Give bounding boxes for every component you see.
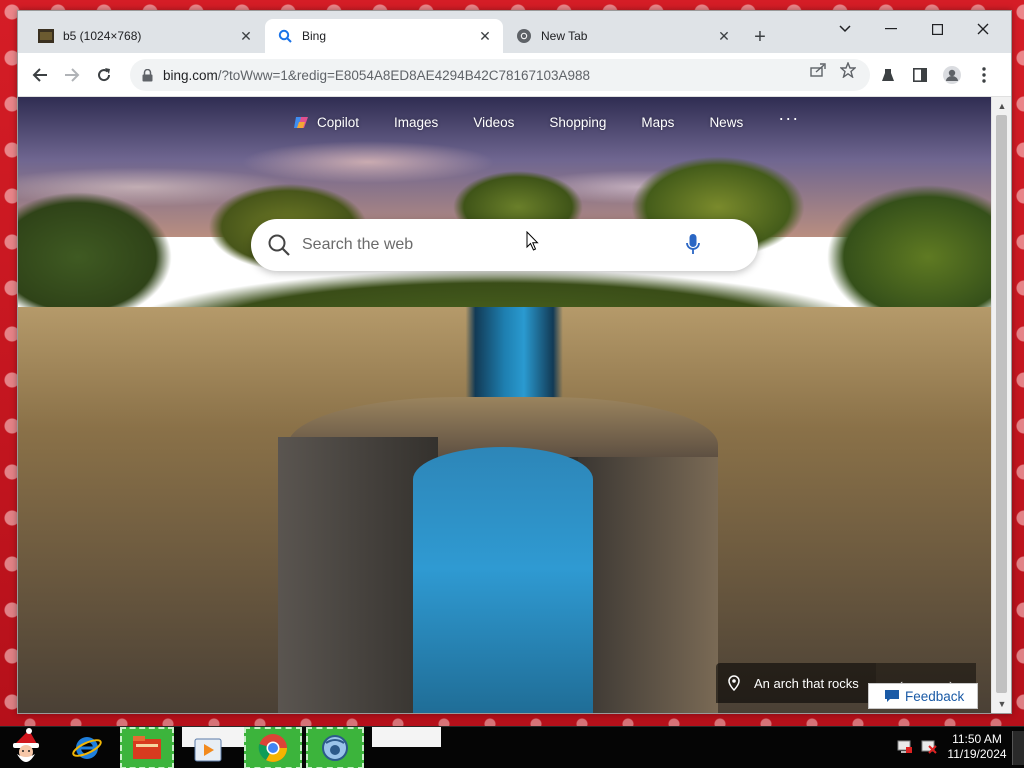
search-input[interactable] xyxy=(302,230,682,260)
maximize-button[interactable] xyxy=(914,15,960,43)
scroll-thumb[interactable] xyxy=(996,115,1007,693)
minimize-button[interactable] xyxy=(868,15,914,43)
nav-images[interactable]: Images xyxy=(394,115,438,130)
santa-start-icon[interactable] xyxy=(2,727,52,768)
tray-volume-muted-icon[interactable] xyxy=(920,738,938,756)
chrome-icon xyxy=(516,28,532,44)
close-icon[interactable]: ✕ xyxy=(716,28,732,44)
network-app-icon[interactable] xyxy=(306,727,364,768)
bing-search-icon xyxy=(277,28,293,44)
nav-copilot[interactable]: Copilot xyxy=(293,115,359,130)
bing-nav: Copilot Images Videos Shopping Maps News… xyxy=(293,108,799,131)
back-button[interactable] xyxy=(26,61,54,89)
clock-date: 11/19/2024 xyxy=(947,747,1007,761)
internet-explorer-icon[interactable] xyxy=(64,727,110,768)
show-desktop-button[interactable] xyxy=(1012,731,1024,765)
close-window-button[interactable] xyxy=(960,15,1006,43)
clock-time: 11:50 AM xyxy=(952,732,1002,746)
nav-maps[interactable]: Maps xyxy=(641,115,674,130)
forward-button[interactable] xyxy=(58,61,86,89)
lock-icon[interactable] xyxy=(142,68,154,82)
menu-kebab-icon[interactable] xyxy=(970,61,998,89)
search-icon[interactable] xyxy=(266,232,292,258)
address-bar[interactable]: bing.com/?toWww=1&redig=E8054A8ED8AE4294… xyxy=(130,59,870,91)
share-icon[interactable] xyxy=(808,61,828,79)
microphone-icon[interactable] xyxy=(682,232,704,258)
tab-title: New Tab xyxy=(541,29,588,43)
system-clock[interactable]: 11:50 AM 11/19/2024 xyxy=(944,732,1010,762)
feedback-icon xyxy=(885,690,899,702)
tray-network-icon[interactable] xyxy=(896,738,914,756)
feedback-button[interactable]: Feedback xyxy=(868,683,978,709)
file-folder-icon[interactable] xyxy=(120,727,174,768)
feedback-label: Feedback xyxy=(905,688,965,704)
tab-b5[interactable]: b5 (1024×768) ✕ xyxy=(26,19,264,53)
new-tab-button[interactable]: + xyxy=(748,25,772,49)
nav-label: Copilot xyxy=(317,114,360,130)
taskbar-blank-2 xyxy=(372,727,441,747)
nav-videos[interactable]: Videos xyxy=(473,115,514,130)
close-icon[interactable]: ✕ xyxy=(477,28,493,44)
bing-homepage: Copilot Images Videos Shopping Maps News… xyxy=(18,97,991,713)
nav-news[interactable]: News xyxy=(709,115,743,130)
background-arch-right xyxy=(578,457,718,713)
search-box[interactable] xyxy=(251,219,758,271)
browser-window: b5 (1024×768) ✕ Bing ✕ New Tab ✕ + bing.… xyxy=(17,10,1012,714)
taskbar: 11:50 AM 11/19/2024 xyxy=(0,726,1024,768)
tab-strip: b5 (1024×768) ✕ Bing ✕ New Tab ✕ + xyxy=(18,11,1011,53)
browser-toolbar: bing.com/?toWww=1&redig=E8054A8ED8AE4294… xyxy=(18,53,1011,97)
nav-shopping[interactable]: Shopping xyxy=(549,115,606,130)
extensions-icon[interactable] xyxy=(874,61,902,89)
reload-button[interactable] xyxy=(90,61,118,89)
image-thumbnail-icon xyxy=(38,28,54,44)
background-water xyxy=(413,447,593,713)
caption-text: An arch that rocks xyxy=(754,675,859,691)
tab-search-chevron-icon[interactable] xyxy=(822,15,868,43)
url-host: bing.com xyxy=(163,67,218,83)
copilot-icon xyxy=(294,116,308,128)
chrome-icon[interactable] xyxy=(244,727,302,768)
profile-avatar-icon[interactable] xyxy=(938,61,966,89)
mouse-cursor-icon xyxy=(526,231,539,251)
tab-title: Bing xyxy=(302,29,327,43)
more-options-icon[interactable]: ··· xyxy=(778,108,799,129)
media-player-icon[interactable] xyxy=(186,735,230,765)
tab-new-tab[interactable]: New Tab ✕ xyxy=(504,19,742,53)
image-caption[interactable]: An arch that rocks xyxy=(716,663,876,703)
location-pin-icon xyxy=(728,675,742,691)
scroll-down-arrow[interactable]: ▼ xyxy=(996,698,1008,710)
scroll-up-arrow[interactable]: ▲ xyxy=(996,100,1008,112)
url-path: /?toWww=1&redig=E8054A8ED8AE4294B42C7816… xyxy=(217,67,591,83)
vertical-scrollbar[interactable]: ▲ ▼ xyxy=(991,97,1011,713)
bookmark-star-icon[interactable] xyxy=(838,61,858,79)
tab-bing[interactable]: Bing ✕ xyxy=(265,19,503,53)
close-icon[interactable]: ✕ xyxy=(238,28,254,44)
tab-title: b5 (1024×768) xyxy=(63,29,142,43)
side-panel-icon[interactable] xyxy=(906,61,934,89)
